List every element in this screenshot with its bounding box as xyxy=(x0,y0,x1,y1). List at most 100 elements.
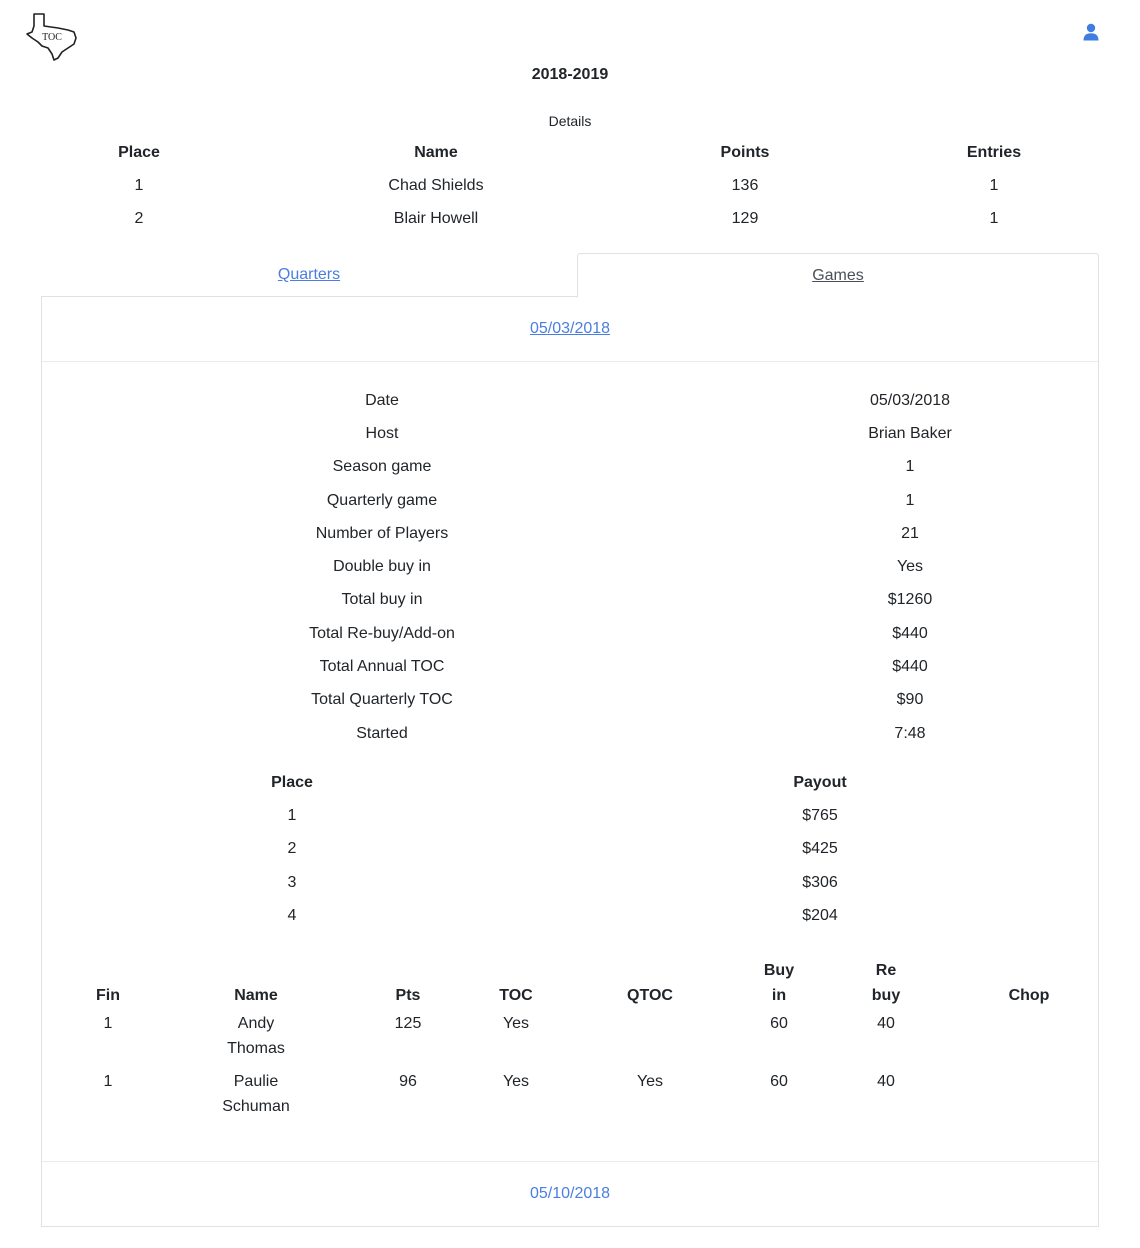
payouts-header-row: Place Payout xyxy=(42,766,1098,799)
detail-label: Total buy in xyxy=(341,591,423,609)
detail-row: Date 05/03/2018 xyxy=(42,384,1098,417)
detail-label: Quarterly game xyxy=(326,491,438,509)
name-header-label: Name xyxy=(234,987,278,1004)
detail-label: Total Re-buy/Add-on xyxy=(309,624,455,642)
column-header-pts: Pts xyxy=(395,987,421,1004)
name-cell: Paulie Schuman xyxy=(174,1066,338,1124)
players-table: Fin Name Pts TOC QTOC Buy in Re buy Chop… xyxy=(42,950,1098,1124)
place-cell: 4 xyxy=(287,906,297,924)
detail-value: 7:48 xyxy=(894,724,926,742)
buy-in-cell: 60 xyxy=(770,1015,788,1032)
game-header-05-03-2018[interactable]: 05/03/2018 xyxy=(42,296,1098,362)
detail-label: Season game xyxy=(332,458,432,476)
place-cell: 2 xyxy=(287,840,297,858)
column-header-place: Place xyxy=(271,773,313,791)
table-row: 1 Chad Shields 136 1 xyxy=(24,169,1116,202)
column-header-buy-in: Buy in xyxy=(746,950,812,1008)
detail-value: $440 xyxy=(892,624,928,642)
name-cell: Chad Shields xyxy=(388,176,484,194)
table-row: 1 Andy Thomas 125 Yes 60 40 xyxy=(42,1008,1098,1066)
column-header-entries: Entries xyxy=(966,143,1022,161)
user-account-button[interactable] xyxy=(1080,21,1102,43)
detail-label: Number of Players xyxy=(315,524,449,542)
table-row: 3 $306 xyxy=(42,866,1098,899)
detail-label: Double buy in xyxy=(333,558,431,576)
toc-cell: Yes xyxy=(502,1073,530,1090)
entries-cell: 1 xyxy=(989,176,999,194)
details-link[interactable]: Details xyxy=(0,112,1140,130)
standings-table: Place Name Points Entries 1 Chad Shields… xyxy=(24,136,1116,235)
texas-map-icon: TOC xyxy=(26,13,77,61)
table-row: 2 $425 xyxy=(42,833,1098,866)
fin-cell: 1 xyxy=(103,1073,113,1090)
detail-value: 05/03/2018 xyxy=(869,391,951,409)
detail-row: Quarterly game 1 xyxy=(42,484,1098,517)
logo-text: TOC xyxy=(42,32,62,43)
detail-row: Season game 1 xyxy=(42,451,1098,484)
payout-cell: $425 xyxy=(802,840,838,858)
standings-header-row: Place Name Points Entries xyxy=(24,136,1116,169)
detail-value: Brian Baker xyxy=(868,424,952,442)
rebuy-header-label: Re buy xyxy=(871,962,901,1004)
detail-value: Yes xyxy=(896,558,924,576)
player-name: Paulie Schuman xyxy=(222,1073,290,1115)
place-cell: 1 xyxy=(287,806,297,824)
detail-value: $1260 xyxy=(887,591,933,609)
column-header-chop: Chop xyxy=(1008,987,1050,1004)
column-header-place: Place xyxy=(118,143,160,161)
user-icon xyxy=(1083,23,1099,41)
season-title: 2018-2019 xyxy=(531,66,609,83)
toc-cell: Yes xyxy=(502,1015,530,1032)
player-name: Andy Thomas xyxy=(227,1015,285,1057)
detail-row: Total Annual TOC $440 xyxy=(42,650,1098,683)
chop-cell xyxy=(960,1008,1098,1066)
detail-row: Total Re-buy/Add-on $440 xyxy=(42,617,1098,650)
points-cell: 136 xyxy=(731,176,759,194)
game-header-05-10-2018[interactable]: 05/10/2018 xyxy=(42,1161,1098,1226)
pts-cell: 125 xyxy=(394,1015,422,1032)
qtoc-cell: Yes xyxy=(636,1073,664,1090)
detail-label: Date xyxy=(365,391,399,409)
name-cell: Blair Howell xyxy=(393,209,479,227)
detail-value: $440 xyxy=(892,658,928,676)
table-row: 1 $765 xyxy=(42,799,1098,832)
detail-row: Total Quarterly TOC $90 xyxy=(42,684,1098,717)
chop-cell xyxy=(960,1066,1098,1124)
detail-label: Total Annual TOC xyxy=(319,658,445,676)
rebuy-cell: 40 xyxy=(877,1015,895,1032)
detail-label: Host xyxy=(365,424,399,442)
players-header-row: Fin Name Pts TOC QTOC Buy in Re buy Chop xyxy=(42,950,1098,1008)
tab-bar: Quarters Games xyxy=(41,253,1099,298)
pts-cell: 96 xyxy=(399,1073,417,1090)
points-cell: 129 xyxy=(731,209,759,227)
column-header-name: Name xyxy=(414,143,458,161)
column-header-fin: Fin xyxy=(96,987,120,1004)
detail-label: Started xyxy=(356,724,408,742)
place-cell: 2 xyxy=(134,209,144,227)
game-details-table: Date 05/03/2018 Host Brian Baker Season ga… xyxy=(42,384,1098,750)
rebuy-cell: 40 xyxy=(877,1073,895,1090)
place-cell: 1 xyxy=(134,176,144,194)
qtoc-cell xyxy=(554,1008,746,1066)
buy-in-header-label: Buy in xyxy=(763,962,795,1004)
buy-in-cell: 60 xyxy=(770,1073,788,1090)
name-cell: Andy Thomas xyxy=(174,1008,338,1066)
tab-quarters[interactable]: Quarters xyxy=(41,253,577,297)
place-cell: 3 xyxy=(287,873,297,891)
column-header-toc: TOC xyxy=(499,987,533,1004)
detail-label: Total Quarterly TOC xyxy=(311,691,453,709)
column-header-qtoc: QTOC xyxy=(627,987,673,1004)
column-header-name: Name xyxy=(174,950,338,1008)
detail-value: 1 xyxy=(905,491,915,509)
tab-games[interactable]: Games xyxy=(577,253,1099,298)
payouts-table: Place Payout 1 $765 2 $425 3 $306 4 $204 xyxy=(42,766,1098,932)
table-row: 1 Paulie Schuman 96 Yes Yes 60 40 xyxy=(42,1066,1098,1124)
detail-row: Host Brian Baker xyxy=(42,417,1098,450)
column-header-payout: Payout xyxy=(793,773,847,791)
detail-row: Double buy in Yes xyxy=(42,550,1098,583)
detail-row: Number of Players 21 xyxy=(42,517,1098,550)
table-row: 4 $204 xyxy=(42,899,1098,932)
games-accordion: 05/03/2018 Date 05/03/2018 Host Brian Bake… xyxy=(41,296,1099,1227)
detail-row: Total buy in $1260 xyxy=(42,584,1098,617)
texas-toc-logo[interactable]: TOC xyxy=(24,12,80,62)
